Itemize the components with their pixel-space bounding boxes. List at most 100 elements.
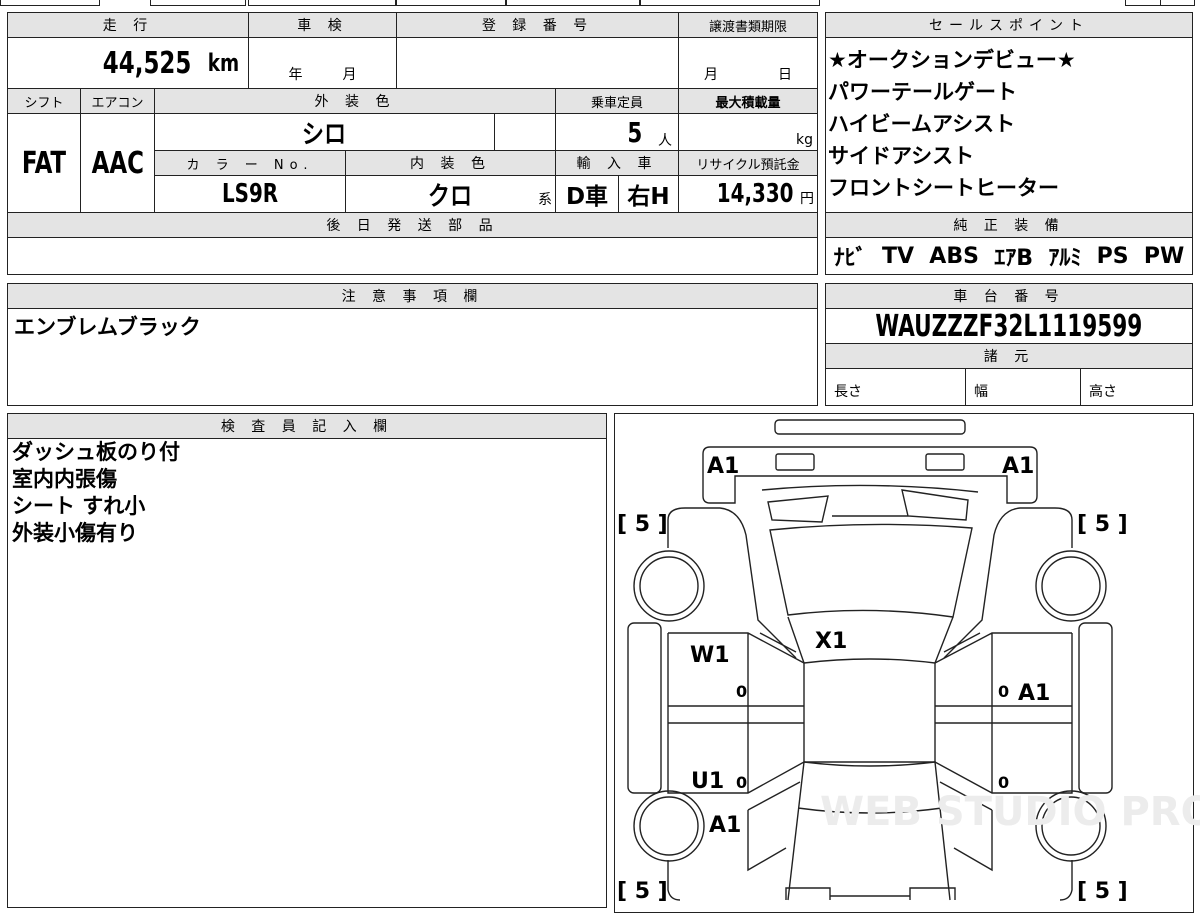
inspection-month: 月: [342, 67, 357, 83]
inspector-cell: ダッシュ板のり付 室内内張傷 シート すれ小 外装小傷有り: [7, 438, 607, 908]
rear-bumper: [785, 887, 956, 900]
right-doors: [934, 632, 1073, 794]
tread-front-left: [ 5 ]: [617, 512, 668, 537]
grille: [761, 484, 979, 523]
ac-label: エアコン: [80, 88, 155, 114]
registration-cell: [396, 37, 679, 89]
load-cell: kg: [678, 113, 818, 151]
inspector-line: ダッシュ板のり付: [12, 440, 180, 464]
inspector-line: 外装小傷有り: [12, 521, 138, 545]
notes-label: 注 意 事 項 欄: [7, 283, 818, 309]
equipment-item: ｴｱB: [994, 246, 1034, 271]
equipment-list: ﾅﾋﾞ TV ABS ｴｱB ｱﾙﾐ PS PW: [825, 237, 1193, 275]
top-cell: [1125, 0, 1161, 6]
top-cell: [640, 0, 820, 6]
wheel-front-right: [1035, 550, 1107, 622]
sales-item: フロントシートヒーター: [828, 176, 1059, 200]
later-parts-cell: [7, 237, 818, 275]
capacity-unit: 人: [658, 133, 672, 149]
ac-value: AAC: [91, 145, 144, 181]
transfer-day: 日: [778, 67, 792, 83]
sales-item: ハイビームアシスト: [828, 112, 1016, 136]
mark-left-rear-fender: A1: [709, 813, 741, 838]
transfer-month: 月: [704, 67, 718, 83]
color-no-value: LS9R: [221, 179, 279, 209]
inspection-label: 車 検: [248, 12, 397, 38]
top-cell: [506, 0, 640, 6]
damage-diagram: A1 A1 W1 X1 A1 U1 A1 [ 5 ] [ 5 ] [ 5 ] […: [614, 413, 1200, 913]
top-cell: [150, 0, 246, 6]
headlight-right: [925, 453, 965, 471]
headlight-left: [775, 453, 815, 471]
equipment-item: ﾅﾋﾞ: [833, 246, 867, 271]
interior-label: 内 装 色: [345, 150, 556, 176]
interior-suffix: 系: [538, 192, 552, 208]
transfer-label: 譲渡書類期限: [678, 12, 818, 38]
load-unit: kg: [796, 132, 813, 148]
top-cell: [248, 0, 396, 6]
sales-item: サイドアシスト: [828, 144, 975, 168]
tread-rear-left: [ 5 ]: [617, 879, 668, 903]
equipment-label: 純 正 装 備: [825, 212, 1193, 238]
equipment-item: ABS: [929, 243, 979, 269]
front-bumper: [774, 419, 966, 435]
zero-mark: 0: [736, 773, 747, 792]
sales-item: パワーテールゲート: [828, 80, 1017, 104]
recycle-unit: 円: [800, 191, 814, 207]
notes-text: エンブレムブラック: [14, 315, 201, 339]
tread-rear-right: [ 5 ]: [1077, 879, 1128, 903]
interior-value: クロ: [428, 181, 473, 212]
mark-front-right: A1: [1002, 454, 1034, 479]
exterior-sub-cell: [494, 113, 556, 151]
mark-front-left: A1: [707, 454, 739, 479]
chassis-cell: WAUZZZF32L1119599: [825, 308, 1193, 344]
recycle-label: リサイクル預託金: [678, 150, 818, 176]
hood: [769, 523, 973, 618]
car-outline: A1 A1 W1 X1 A1 U1 A1 [ 5 ] [ 5 ] [ 5 ] […: [617, 419, 1200, 903]
zero-mark: 0: [998, 682, 1009, 701]
mileage-value: 44,525: [102, 45, 192, 81]
zero-mark: 0: [736, 682, 747, 701]
transfer-cell: 月 日: [678, 37, 818, 89]
roof: [803, 663, 936, 763]
mark-left-rear-door: U1: [691, 769, 724, 794]
specs-label: 諸 元: [825, 343, 1193, 369]
inspector-line: 室内内張傷: [12, 467, 117, 491]
wheel-rear-left: [633, 790, 705, 862]
inspector-label: 検 査 員 記 入 欄: [7, 413, 607, 439]
watermark: WEB STUDIO PRO: [820, 789, 1200, 835]
front-panel: [702, 446, 1038, 504]
shift-cell: FAT: [7, 113, 81, 213]
left-doors: [667, 632, 805, 794]
spec-width: 幅: [965, 368, 1081, 406]
recycle-cell: 14,330 円: [678, 175, 818, 213]
capacity-label: 乗車定員: [555, 88, 679, 114]
inspector-line: シート すれ小: [12, 494, 146, 518]
mark-windshield: X1: [815, 629, 847, 654]
equipment-item: ｱﾙﾐ: [1048, 246, 1082, 271]
equipment-item: PW: [1143, 243, 1185, 269]
top-cell: [396, 0, 506, 6]
exterior-value: シロ: [302, 119, 347, 150]
exterior-cell: シロ: [154, 113, 495, 151]
color-no-cell: LS9R: [154, 175, 346, 213]
wheel-front-left: [633, 550, 705, 622]
inspection-year: 年: [288, 67, 303, 83]
left-front-fender: [667, 507, 797, 659]
shift-label: シフト: [7, 88, 81, 114]
capacity-cell: 5 人: [555, 113, 679, 151]
recycle-value: 14,330: [716, 179, 794, 209]
interior-cell: クロ 系: [345, 175, 556, 213]
chassis-value: WAUZZZF32L1119599: [875, 308, 1143, 344]
exterior-label: 外 装 色: [154, 88, 556, 114]
mileage-label: 走 行: [7, 12, 249, 38]
right-sill: [1078, 622, 1113, 794]
windshield: [787, 616, 954, 664]
equipment-item: PS: [1096, 243, 1129, 269]
mark-left-front-door: W1: [690, 643, 730, 668]
sales-list: ★オークションデビュー★ パワーテールゲート ハイビームアシスト サイドアシスト…: [825, 37, 1193, 213]
mark-right-front-door: A1: [1018, 681, 1050, 706]
ac-cell: AAC: [80, 113, 155, 213]
sales-label: セールスポイント: [825, 12, 1193, 38]
later-parts-label: 後 日 発 送 部 品: [7, 212, 818, 238]
